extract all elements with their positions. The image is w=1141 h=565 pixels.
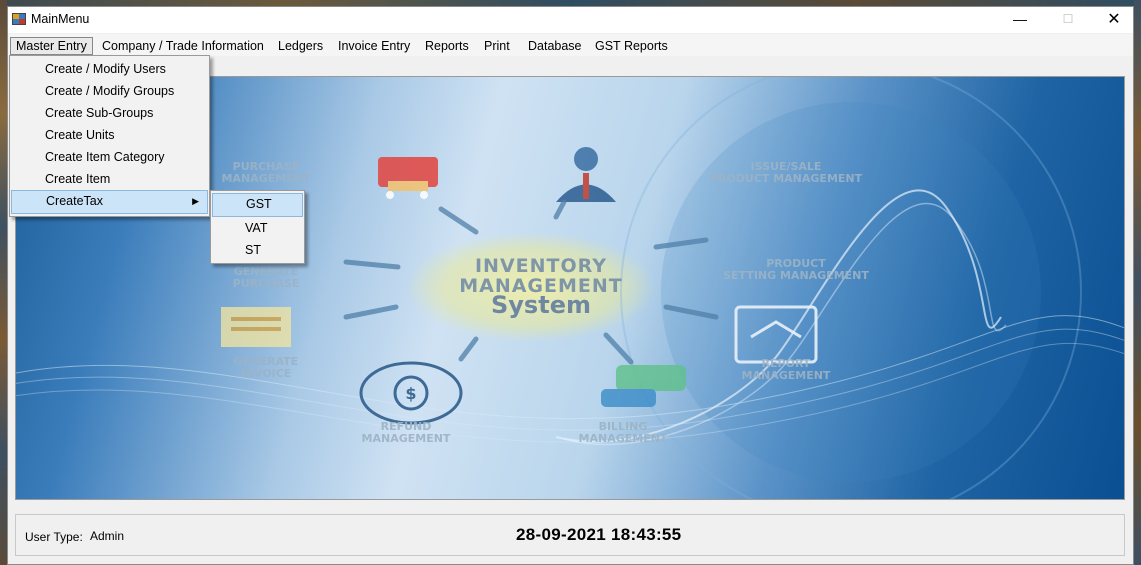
menu-reports[interactable]: Reports bbox=[420, 37, 474, 55]
menu-item-create-item[interactable]: Create Item bbox=[10, 168, 209, 190]
close-button[interactable]: ✕ bbox=[1091, 7, 1137, 31]
bg-label: INVOICE bbox=[241, 367, 292, 380]
maximize-icon: ☐ bbox=[1062, 12, 1074, 26]
refund-coin-icon: $ bbox=[359, 361, 463, 425]
chevron-right-icon: ▶ bbox=[192, 196, 199, 206]
invoice-icon bbox=[221, 307, 291, 347]
user-type-label: User Type: bbox=[25, 530, 83, 544]
title-bar[interactable]: MainMenu — ☐ ✕ bbox=[8, 7, 1133, 33]
menu-company-trade-information[interactable]: Company / Trade Information bbox=[97, 37, 269, 55]
purchase-cart-icon bbox=[378, 157, 438, 199]
close-icon: ✕ bbox=[1107, 11, 1121, 28]
billing-hand-icon bbox=[601, 365, 686, 407]
menu-print[interactable]: Print bbox=[479, 37, 515, 55]
menu-ledgers[interactable]: Ledgers bbox=[273, 37, 328, 55]
menu-item-create-modify-users[interactable]: Create / Modify Users bbox=[10, 58, 209, 80]
bg-label: MANAGEMENT bbox=[222, 172, 311, 185]
menu-item-create-item-category[interactable]: Create Item Category bbox=[10, 146, 209, 168]
center-title-line3: System bbox=[491, 291, 591, 319]
status-panel: User Type: Admin 28-09-2021 18:43:55 bbox=[15, 514, 1125, 556]
create-tax-submenu: GST VAT ST bbox=[210, 190, 305, 264]
main-window: MainMenu — ☐ ✕ Master Entry Company / Tr… bbox=[7, 6, 1134, 565]
window-title: MainMenu bbox=[31, 12, 90, 26]
menu-gst-reports[interactable]: GST Reports bbox=[590, 37, 673, 55]
master-entry-dropdown: Create / Modify Users Create / Modify Gr… bbox=[9, 55, 210, 217]
bg-label: MANAGEMENT bbox=[362, 432, 451, 445]
desktop-background-left bbox=[0, 0, 7, 565]
datetime-display: 28-09-2021 18:43:55 bbox=[516, 525, 682, 544]
menu-item-create-sub-groups[interactable]: Create Sub-Groups bbox=[10, 102, 209, 124]
menu-item-create-modify-groups[interactable]: Create / Modify Groups bbox=[10, 80, 209, 102]
menu-bar: Master Entry Company / Trade Information… bbox=[8, 34, 1133, 56]
menu-database[interactable]: Database bbox=[523, 37, 587, 55]
bg-label: MANAGEMENT bbox=[579, 432, 668, 445]
submenu-item-vat[interactable]: VAT bbox=[211, 217, 304, 239]
app-icon bbox=[12, 12, 26, 26]
bg-label: SETTING MANAGEMENT bbox=[723, 269, 869, 282]
menu-invoice-entry[interactable]: Invoice Entry bbox=[333, 37, 415, 55]
minimize-button[interactable]: — bbox=[997, 7, 1043, 31]
submenu-item-st[interactable]: ST bbox=[211, 239, 304, 261]
desktop-background-right bbox=[1134, 0, 1141, 565]
minimize-icon: — bbox=[1013, 11, 1027, 27]
menu-item-create-tax[interactable]: CreateTax ▶ bbox=[11, 190, 208, 214]
menu-item-create-tax-label: CreateTax bbox=[46, 194, 103, 208]
user-type-value: Admin bbox=[90, 529, 125, 543]
bg-label: PURCHASE bbox=[233, 277, 300, 290]
center-title-line1: INVENTORY bbox=[475, 255, 607, 277]
menu-master-entry[interactable]: Master Entry bbox=[10, 37, 93, 55]
person-icon bbox=[556, 147, 616, 202]
svg-text:$: $ bbox=[405, 384, 416, 403]
maximize-button[interactable]: ☐ bbox=[1045, 7, 1091, 31]
bg-label: MANAGEMENT bbox=[742, 369, 831, 382]
bg-label: PRODUCT MANAGEMENT bbox=[710, 172, 863, 185]
menu-item-create-units[interactable]: Create Units bbox=[10, 124, 209, 146]
submenu-item-gst[interactable]: GST bbox=[212, 193, 303, 217]
decorative-sphere bbox=[661, 102, 1041, 482]
